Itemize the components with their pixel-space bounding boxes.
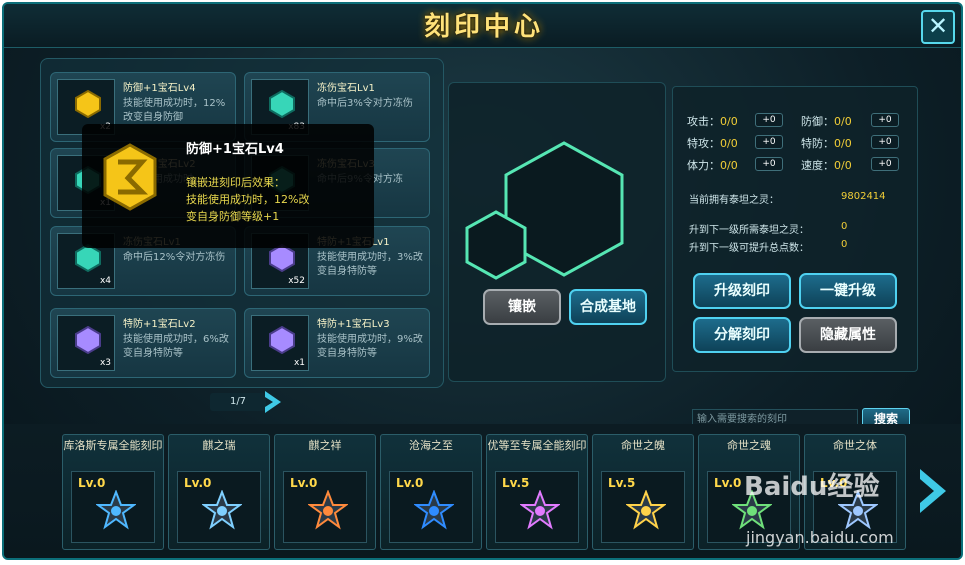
gem-item[interactable]: x3 特防+1宝石Lv2 技能使用成功时，6%改变自身特防等 [50,308,236,378]
mark-star-icon [202,490,242,530]
gem-quantity: x4 [99,276,111,286]
gem-name: 防御+1宝石Lv4 [123,83,196,94]
mark-card[interactable]: 优等至专属全能刻印 Lv.5 [486,434,588,550]
gem-description: 技能使用成功时，12%改变自身防御 [123,98,226,123]
gem-name: 特防+1宝石Lv3 [317,319,390,330]
tooltip-effect-line: 技能使用成功时，12%改 [186,193,310,206]
mark-name: 沧海之至 [409,439,453,452]
mark-card[interactable]: 沧海之至 Lv.0 [380,434,482,550]
purple-gem-icon [269,326,295,354]
mark-level: Lv.0 [396,476,424,490]
mark-level: Lv.0 [290,476,318,490]
gem-slot: x1 [251,315,309,371]
close-button[interactable]: ✕ [921,10,955,44]
next-level-cost-value: 0 [841,221,848,232]
inlay-button[interactable]: 镶嵌 [483,289,561,325]
mark-slot: Lv.0 [177,471,261,543]
mark-name: 优等至专属全能刻印 [487,439,587,452]
gem-description: 命中后3%令对方冻伤 [317,98,413,109]
tooltip-effect-heading: 镶嵌进刻印后效果： [186,176,285,189]
one-click-upgrade-button[interactable]: 一键升级 [799,273,897,309]
title-bar: 刻印中心 ✕ [4,4,961,48]
gem-name: 冻伤宝石Lv1 [317,83,375,94]
mark-star-icon [308,490,348,530]
purple-gem-icon [75,326,101,354]
tooltip-title: 防御+1宝石Lv4 [186,142,284,157]
mark-star-icon [520,490,560,530]
stat-speed-plus[interactable]: +0 [871,157,899,171]
gem-description: 技能使用成功时，6%改变自身特防等 [123,334,229,359]
gem-tooltip: 防御+1宝石Lv4 镶嵌进刻印后效果： 技能使用成功时，12%改 变自身防御等级… [82,124,374,248]
inlay-panel: 镶嵌 合成基地 [448,82,666,382]
mark-star-icon [414,490,454,530]
gem-item[interactable]: x1 特防+1宝石Lv3 技能使用成功时，9%改变自身特防等 [244,308,430,378]
stat-speed: 速度：0/0 [801,159,852,172]
mark-name: 麒之瑞 [202,439,236,452]
purple-gem-icon [269,244,295,272]
teal-gem-icon [75,244,101,272]
stat-sp-defense-plus[interactable]: +0 [871,135,899,149]
mark-name: 库洛斯专属全能刻印 [63,439,163,452]
gem-slot: x3 [57,315,115,371]
mark-slot: Lv.0 [71,471,155,543]
decompose-mark-button[interactable]: 分解刻印 [693,317,791,353]
stat-defense: 防御：0/0 [801,115,852,128]
titan-spirit-label: 当前拥有泰坦之灵： [689,195,779,206]
mark-star-icon [626,490,666,530]
mark-name: 命世之魄 [621,439,665,452]
stats-panel: 攻击：0/0 +0 防御：0/0 +0 特攻：0/0 +0 特防：0/0 +0 … [672,86,918,372]
synthesis-base-button[interactable]: 合成基地 [569,289,647,325]
mark-level: Lv.5 [502,476,530,490]
stat-attack: 攻击：0/0 [687,115,738,128]
stat-sp-attack: 特攻：0/0 [687,137,738,150]
next-level-cost-label: 升到下一级所需泰坦之灵： [689,225,809,236]
gem-description: 技能使用成功时，9%改变自身特防等 [317,334,423,359]
gold-gem-icon [75,90,101,118]
stat-attack-plus[interactable]: +0 [755,113,783,127]
mark-card[interactable]: 库洛斯专属全能刻印 Lv.0 [62,434,164,550]
page-indicator: 1/7 [210,393,266,411]
gem-quantity: x3 [99,358,111,368]
hide-attributes-button[interactable]: 隐藏属性 [799,317,897,353]
upgrade-mark-button[interactable]: 升级刻印 [693,273,791,309]
mark-level: Lv.0 [78,476,106,490]
mark-name: 命世之魂 [727,439,771,452]
mark-level: Lv.0 [184,476,212,490]
teal-gem-icon [269,90,295,118]
stat-hp-plus[interactable]: +0 [755,157,783,171]
mark-slot: Lv.0 [389,471,473,543]
stat-sp-defense: 特防：0/0 [801,137,852,150]
mark-star-icon [96,490,136,530]
tooltip-effect-line: 变自身防御等级+1 [186,210,280,223]
gold-gem-icon [103,143,157,211]
game-window: 刻印中心 ✕ x2防御+1宝石Lv4技能使用成功时，12%改变自身防御x83冻伤… [2,2,963,560]
next-level-gain-label: 升到下一级可提升总点数： [689,243,809,254]
window-title: 刻印中心 [423,12,544,42]
mark-name: 命世之体 [833,439,877,452]
small-hex-slot[interactable] [463,209,529,281]
mark-slot: Lv.5 [601,471,685,543]
stat-hp: 体力：0/0 [687,159,738,172]
mark-name: 麒之祥 [308,439,342,452]
gem-name: 特防+1宝石Lv2 [123,319,196,330]
watermark-logo: Baidu经验 [744,472,880,502]
gem-quantity: x1 [293,358,305,368]
gem-quantity: x52 [288,276,305,286]
mark-card[interactable]: 麒之瑞 Lv.0 [168,434,270,550]
mark-level: Lv.0 [714,476,742,490]
gem-description: 命中后12%令对方冻伤 [123,252,226,263]
stat-sp-attack-plus[interactable]: +0 [755,135,783,149]
watermark-url: jingyan.baidu.com [746,528,894,547]
mark-slot: Lv.0 [283,471,367,543]
mark-card[interactable]: 麒之祥 Lv.0 [274,434,376,550]
stat-defense-plus[interactable]: +0 [871,113,899,127]
mark-slot: Lv.5 [495,471,579,543]
mark-card[interactable]: 命世之魄 Lv.5 [592,434,694,550]
gem-description: 技能使用成功时，3%改变自身特防等 [317,252,423,277]
next-page-icon[interactable] [262,389,284,415]
next-marks-icon[interactable] [916,466,950,516]
mark-level: Lv.5 [608,476,636,490]
titan-spirit-value: 9802414 [841,191,886,202]
next-level-gain-value: 0 [841,239,848,250]
